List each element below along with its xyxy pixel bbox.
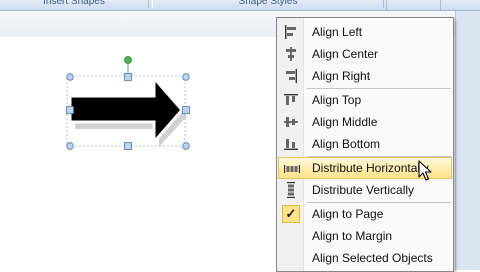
align-bottom-icon (282, 135, 300, 153)
menu-item-align-to-margin[interactable]: Align to Margin (278, 225, 452, 247)
menu-item-align-top[interactable]: Align Top (278, 89, 452, 111)
resize-handle-e (182, 106, 190, 114)
distribute-vertically-icon (282, 181, 300, 199)
menu-item-label: Align Middle (312, 115, 378, 129)
align-left-icon (282, 23, 300, 41)
align-middle-icon (282, 113, 300, 131)
resize-handle-w (66, 106, 74, 114)
resize-handle-se (182, 142, 190, 150)
menu-item-label: Align Bottom (312, 137, 381, 151)
align-right-icon (282, 67, 300, 85)
resize-handle-nw (66, 73, 74, 81)
menu-item-align-right[interactable]: Align Right (278, 65, 452, 87)
menu-item-label: Align to Margin (312, 229, 393, 243)
mouse-cursor-icon (418, 160, 432, 181)
menu-item-label: Distribute Vertically (312, 183, 415, 197)
selected-arrow-shape[interactable] (62, 56, 192, 152)
menu-item-label: Align Center (312, 47, 379, 61)
menu-item-align-middle[interactable]: Align Middle (278, 111, 452, 133)
checkmark-icon: ✓ (282, 205, 300, 223)
ribbon-separator (440, 0, 441, 10)
resize-handle-s (124, 142, 132, 150)
menu-item-align-bottom[interactable]: Align Bottom (278, 133, 452, 155)
resize-handle-sw (66, 142, 74, 150)
ribbon: Insert Shapes Shape Styles (0, 0, 480, 11)
menu-item-align-left[interactable]: Align Left (278, 21, 452, 43)
menu-item-label: Align Left (312, 25, 363, 39)
menu-item-distribute-vertically[interactable]: Distribute Vertically (278, 179, 452, 201)
menu-item-align-center[interactable]: Align Center (278, 43, 452, 65)
menu-item-align-selected-objects[interactable]: Align Selected Objects (278, 247, 452, 269)
rotation-handle (124, 56, 132, 64)
menu-item-align-to-page[interactable]: ✓ Align to Page (278, 203, 452, 225)
vertical-scrollbar[interactable] (455, 11, 480, 270)
menu-item-label: Align Top (312, 93, 362, 107)
align-top-icon (282, 91, 300, 109)
resize-handle-n (124, 73, 132, 81)
shape-styles-group-label: Shape Styles (152, 0, 384, 8)
align-dropdown-menu: Align Left Align Center Align Right Alig… (276, 17, 454, 272)
align-center-icon (282, 45, 300, 63)
menu-item-label: Align Selected Objects (312, 251, 433, 265)
menu-item-label: Distribute Horizontally (312, 161, 429, 175)
insert-shapes-group-label: Insert Shapes (0, 0, 149, 8)
menu-item-label: Align to Page (312, 207, 384, 221)
menu-item-label: Align Right (312, 69, 371, 83)
ribbon-separator (386, 0, 387, 10)
distribute-horizontally-icon (283, 160, 301, 178)
resize-handle-ne (182, 73, 190, 81)
